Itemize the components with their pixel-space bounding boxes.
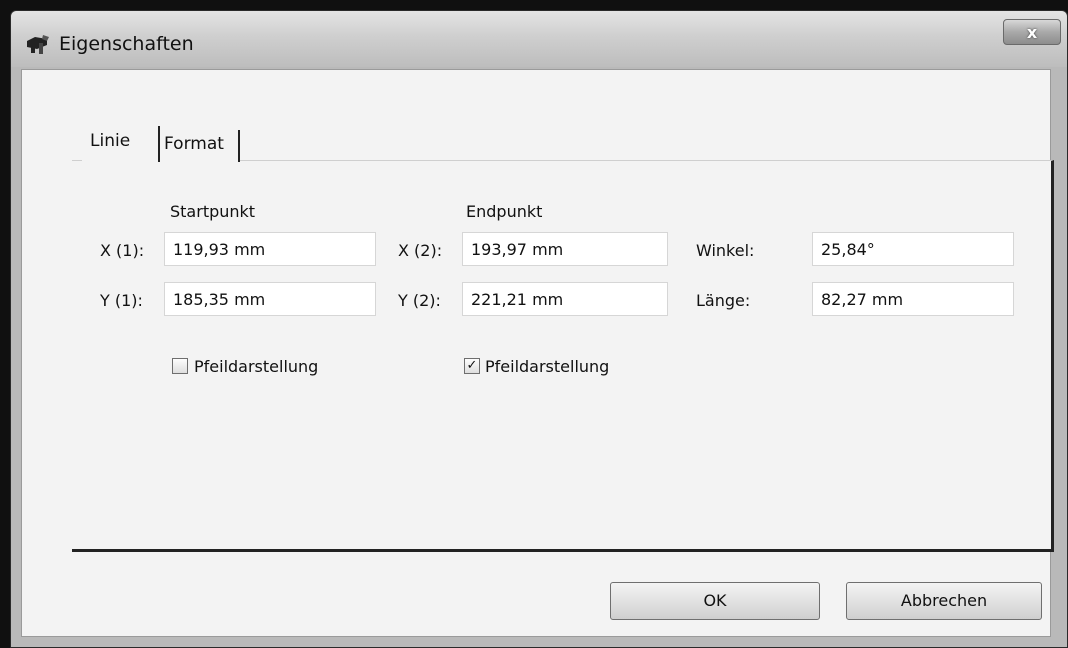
properties-icon <box>27 35 49 54</box>
y1-input[interactable] <box>164 282 376 316</box>
title-bar[interactable]: Eigenschaften x <box>11 11 1067 67</box>
x1-input[interactable] <box>164 232 376 266</box>
x1-label: X (1): <box>100 241 145 260</box>
winkel-input[interactable] <box>812 232 1014 266</box>
end-arrow-checkbox[interactable]: ✓ <box>464 358 480 374</box>
cancel-button[interactable]: Abbrechen <box>846 582 1042 620</box>
x2-label: X (2): <box>398 241 443 260</box>
tab-linie-label: Linie <box>90 131 131 151</box>
winkel-label: Winkel: <box>696 241 755 260</box>
tab-format-label: Format <box>164 134 224 154</box>
x2-input[interactable] <box>462 232 668 266</box>
y2-label: Y (2): <box>398 291 441 310</box>
y2-input[interactable] <box>462 282 668 316</box>
checkmark-icon: ✓ <box>466 358 478 373</box>
window-title: Eigenschaften <box>59 33 194 55</box>
end-arrow-label: Pfeildarstellung <box>485 357 610 376</box>
close-icon: x <box>1026 23 1038 42</box>
properties-dialog: Eigenschaften x Linie Format Startpunkt … <box>10 10 1068 648</box>
endpunkt-heading: Endpunkt <box>466 202 543 221</box>
tab-linie[interactable]: Linie <box>82 126 160 162</box>
y1-label: Y (1): <box>100 291 143 310</box>
tab-format[interactable]: Format <box>160 130 240 162</box>
start-arrow-checkbox[interactable] <box>172 358 188 374</box>
startpunkt-heading: Startpunkt <box>170 202 256 221</box>
laenge-label: Länge: <box>696 291 751 310</box>
close-button[interactable]: x <box>1003 19 1061 45</box>
start-arrow-label: Pfeildarstellung <box>194 357 319 376</box>
laenge-input[interactable] <box>812 282 1014 316</box>
ok-button[interactable]: OK <box>610 582 820 620</box>
dialog-body: Linie Format Startpunkt X (1): Y (1): Pf… <box>21 69 1054 637</box>
